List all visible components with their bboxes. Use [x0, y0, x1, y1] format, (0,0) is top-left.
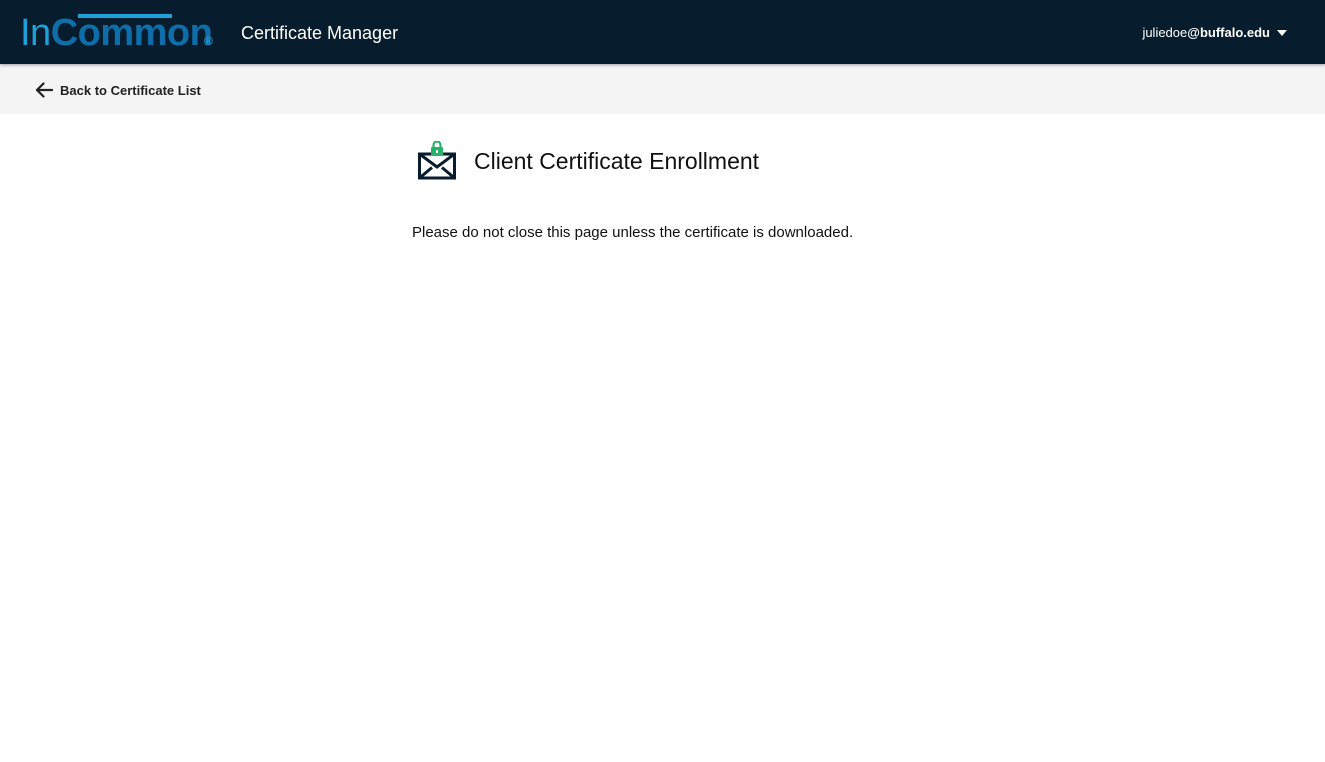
caret-down-icon [1277, 29, 1287, 36]
user-menu-button[interactable]: juliedoe @buffalo.edu [1142, 22, 1287, 42]
app-title: Certificate Manager [241, 23, 399, 43]
logo-wordmark: InCommon [20, 12, 213, 54]
top-navigation-bar: InCommon ® Certificate Manager juliedoe @… [0, 0, 1325, 64]
download-notice: Please do not close this page unless the… [412, 224, 854, 241]
logo-text-in: In [20, 12, 51, 54]
logo-registered-mark: ® [204, 34, 213, 48]
secure-envelope-icon [418, 141, 456, 180]
back-link-label: Back to Certificate List [60, 82, 201, 98]
user-name: juliedoe [1142, 24, 1188, 40]
user-domain: @buffalo.edu [1187, 24, 1270, 40]
sub-navigation-bar: Back to Certificate List [0, 64, 1325, 114]
back-to-certificate-list-link[interactable]: Back to Certificate List [35, 80, 201, 100]
page-title: Client Certificate Enrollment [474, 147, 760, 174]
main-content: Client Certificate Enrollment Please do … [412, 140, 1112, 241]
incommon-logo[interactable]: InCommon ® [20, 12, 220, 52]
logo-text-common: Common [50, 12, 213, 54]
arrow-left-icon [35, 82, 53, 98]
heading-row: Client Certificate Enrollment [412, 140, 1112, 182]
